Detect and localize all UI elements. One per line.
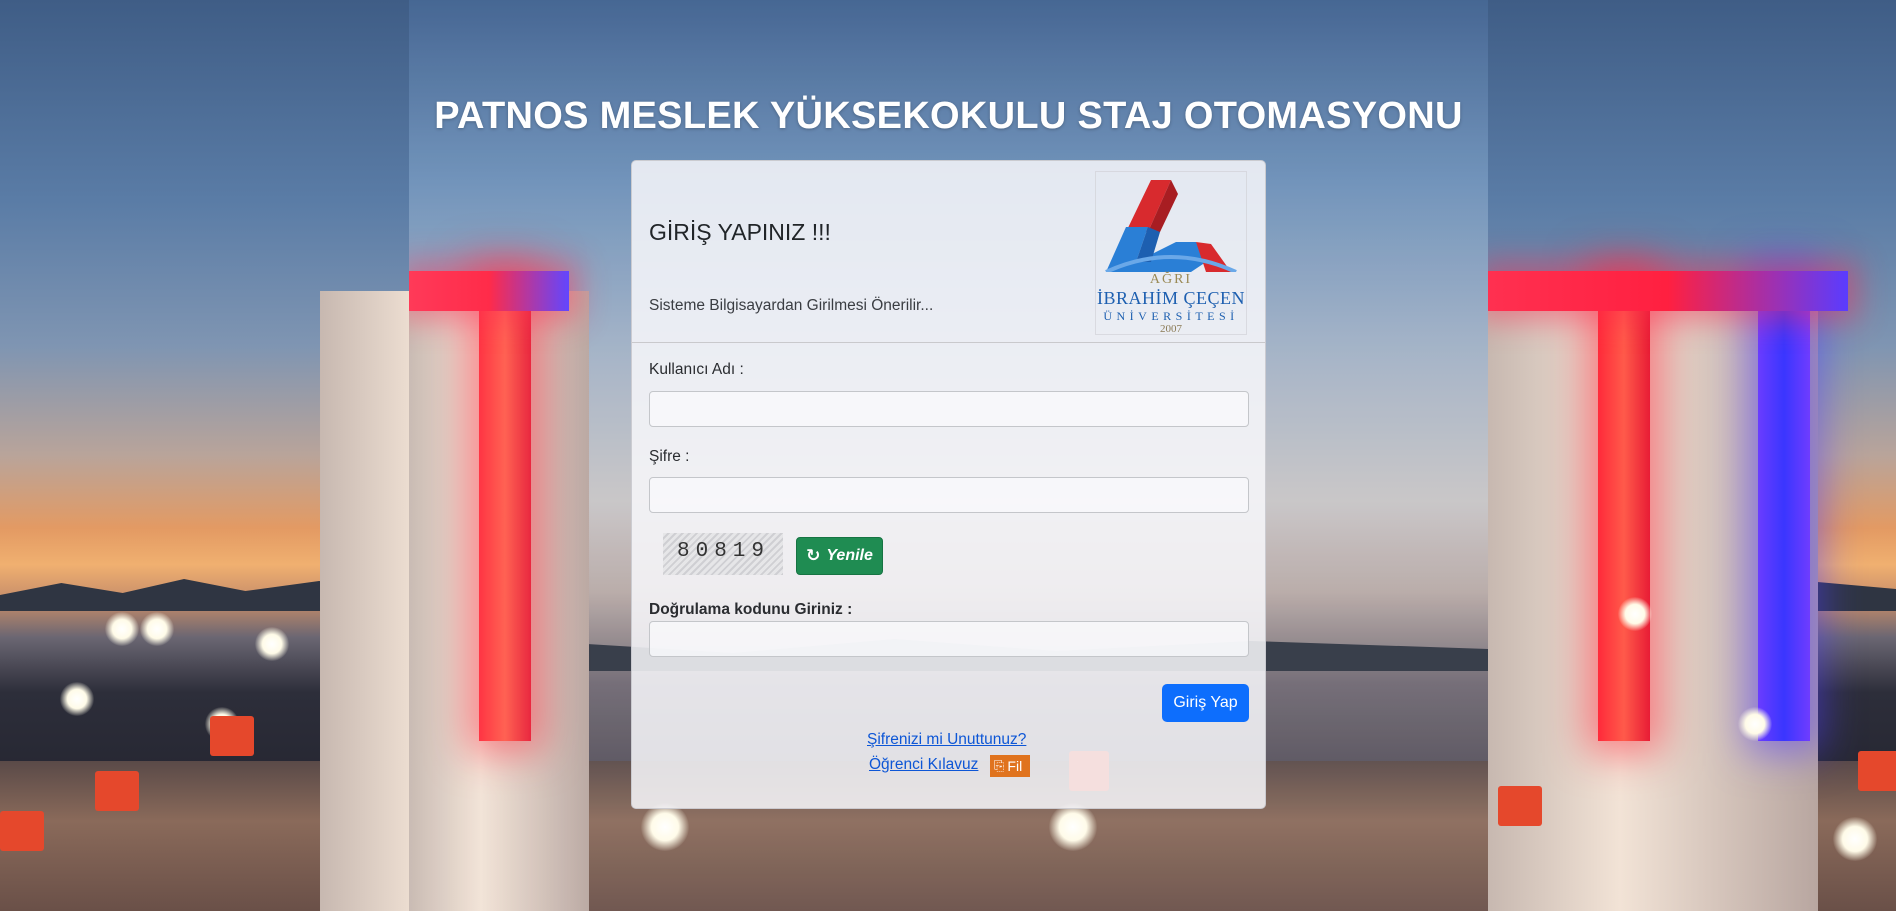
- login-subtitle: Sisteme Bilgisayardan Girilmesi Önerilir…: [649, 297, 934, 314]
- file-icon: ⎘: [994, 758, 1005, 773]
- refresh-captcha-button[interactable]: ↻ Yenile: [796, 537, 883, 575]
- logo-year: 2007: [1160, 323, 1182, 335]
- username-label: Kullanıcı Adı :: [649, 361, 744, 378]
- login-card-header: GİRİŞ YAPINIZ !!! Sisteme Bilgisayardan …: [632, 161, 1265, 343]
- university-logo: AĞRI İBRAHİM ÇEÇEN ÜNİVERSİTESİ 2007: [1095, 171, 1247, 335]
- login-title: GİRİŞ YAPINIZ !!!: [649, 219, 831, 245]
- password-label: Şifre :: [649, 448, 690, 465]
- login-card: GİRİŞ YAPINIZ !!! Sisteme Bilgisayardan …: [631, 160, 1266, 809]
- file-badge[interactable]: ⎘ Fil: [990, 755, 1030, 777]
- verification-label: Doğrulama kodunu Giriniz :: [649, 601, 853, 618]
- page-title: PATNOS MESLEK YÜKSEKOKULU STAJ OTOMASYON…: [434, 95, 1463, 137]
- background-right: [1488, 0, 1896, 911]
- student-guide-link[interactable]: Öğrenci Kılavuz: [869, 756, 978, 774]
- captcha-image: 80819: [663, 533, 783, 575]
- university-emblem-icon: [1105, 180, 1237, 274]
- password-input[interactable]: [649, 477, 1249, 513]
- logo-text-line3: ÜNİVERSİTESİ: [1103, 309, 1239, 323]
- refresh-icon: ↻: [806, 546, 821, 565]
- verification-input[interactable]: [649, 621, 1249, 657]
- file-badge-label: Fil: [1007, 758, 1023, 774]
- refresh-button-label: Yenile: [826, 547, 873, 564]
- background-left: [0, 0, 409, 911]
- logo-text-line1: AĞRI: [1149, 272, 1193, 287]
- username-input[interactable]: [649, 391, 1249, 427]
- login-button[interactable]: Giriş Yap: [1162, 684, 1249, 722]
- forgot-password-link[interactable]: Şifrenizi mi Unuttunuz?: [867, 731, 1026, 749]
- logo-text-line2: İBRAHİM ÇEÇEN: [1096, 288, 1245, 308]
